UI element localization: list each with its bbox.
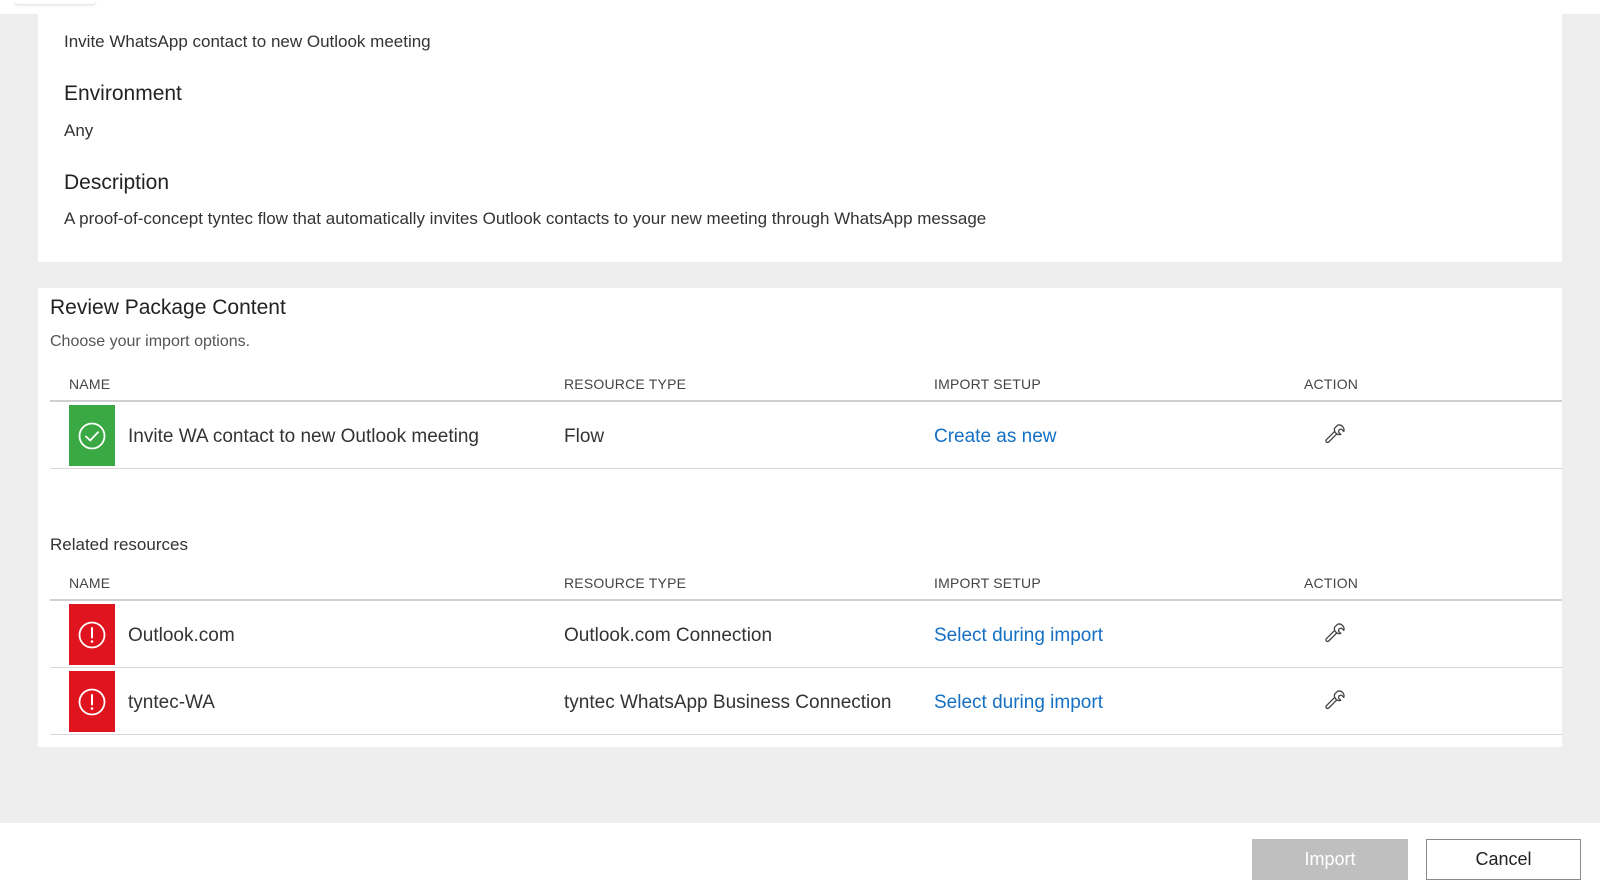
check-circle-icon (78, 422, 106, 449)
review-subtitle: Choose your import options. (50, 333, 251, 350)
table-header: NAME RESOURCE TYPE IMPORT SETUP ACTION (50, 360, 1562, 402)
package-content-table: NAME RESOURCE TYPE IMPORT SETUP ACTION I… (50, 360, 1562, 469)
column-header-action: ACTION (1304, 376, 1359, 392)
description-label: Description (64, 171, 170, 194)
column-header-action: ACTION (1304, 575, 1359, 591)
resource-type: tyntec WhatsApp Business Connection (564, 692, 892, 713)
configure-action-button[interactable] (1322, 421, 1348, 447)
column-header-resource-type: RESOURCE TYPE (564, 376, 687, 392)
environment-value: Any (64, 121, 94, 140)
status-error-badge (69, 604, 115, 665)
resource-name: Invite WA contact to new Outlook meeting (128, 426, 479, 447)
table-row: Invite WA contact to new Outlook meeting… (50, 402, 1562, 469)
import-setup-link[interactable]: Create as new (934, 426, 1057, 448)
related-resources-table: NAME RESOURCE TYPE IMPORT SETUP ACTION O… (50, 559, 1562, 735)
error-circle-icon (78, 688, 106, 715)
import-setup-link[interactable]: Select during import (934, 625, 1103, 647)
wrench-icon (1325, 690, 1345, 710)
import-setup-link[interactable]: Select during import (934, 692, 1103, 714)
wrench-icon (1325, 623, 1345, 643)
package-details-card: Invite WhatsApp contact to new Outlook m… (38, 14, 1562, 262)
review-package-card: Review Package Content Choose your impor… (38, 288, 1562, 747)
flow-name: Invite WhatsApp contact to new Outlook m… (64, 32, 431, 51)
resource-type: Flow (564, 426, 605, 447)
table-header: NAME RESOURCE TYPE IMPORT SETUP ACTION (50, 559, 1562, 601)
cancel-button[interactable]: Cancel (1426, 839, 1581, 880)
footer-action-bar: Import Cancel (0, 823, 1600, 891)
resource-name: tyntec-WA (128, 692, 215, 713)
table-row: tyntec-WA tyntec WhatsApp Business Conne… (50, 668, 1562, 735)
status-error-badge (69, 671, 115, 732)
import-button[interactable]: Import (1252, 839, 1408, 880)
resource-type: Outlook.com Connection (564, 625, 773, 646)
column-header-import-setup: IMPORT SETUP (934, 376, 1041, 392)
table-row: Outlook.com Outlook.com Connection Selec… (50, 601, 1562, 668)
column-header-name: NAME (69, 575, 111, 591)
review-title: Review Package Content (50, 296, 286, 319)
resource-name: Outlook.com (128, 625, 235, 646)
status-ok-badge (69, 405, 115, 466)
top-strip (0, 0, 1600, 14)
description-value: A proof-of-concept tyntec flow that auto… (64, 209, 987, 228)
column-header-resource-type: RESOURCE TYPE (564, 575, 687, 591)
wrench-icon (1325, 424, 1345, 444)
configure-action-button[interactable] (1322, 620, 1348, 646)
related-resources-title: Related resources (50, 535, 188, 554)
scroll-notch (14, 0, 96, 5)
configure-action-button[interactable] (1322, 687, 1348, 713)
column-header-name: NAME (69, 376, 111, 392)
environment-label: Environment (64, 82, 182, 105)
column-header-import-setup: IMPORT SETUP (934, 575, 1041, 591)
error-circle-icon (78, 621, 106, 648)
